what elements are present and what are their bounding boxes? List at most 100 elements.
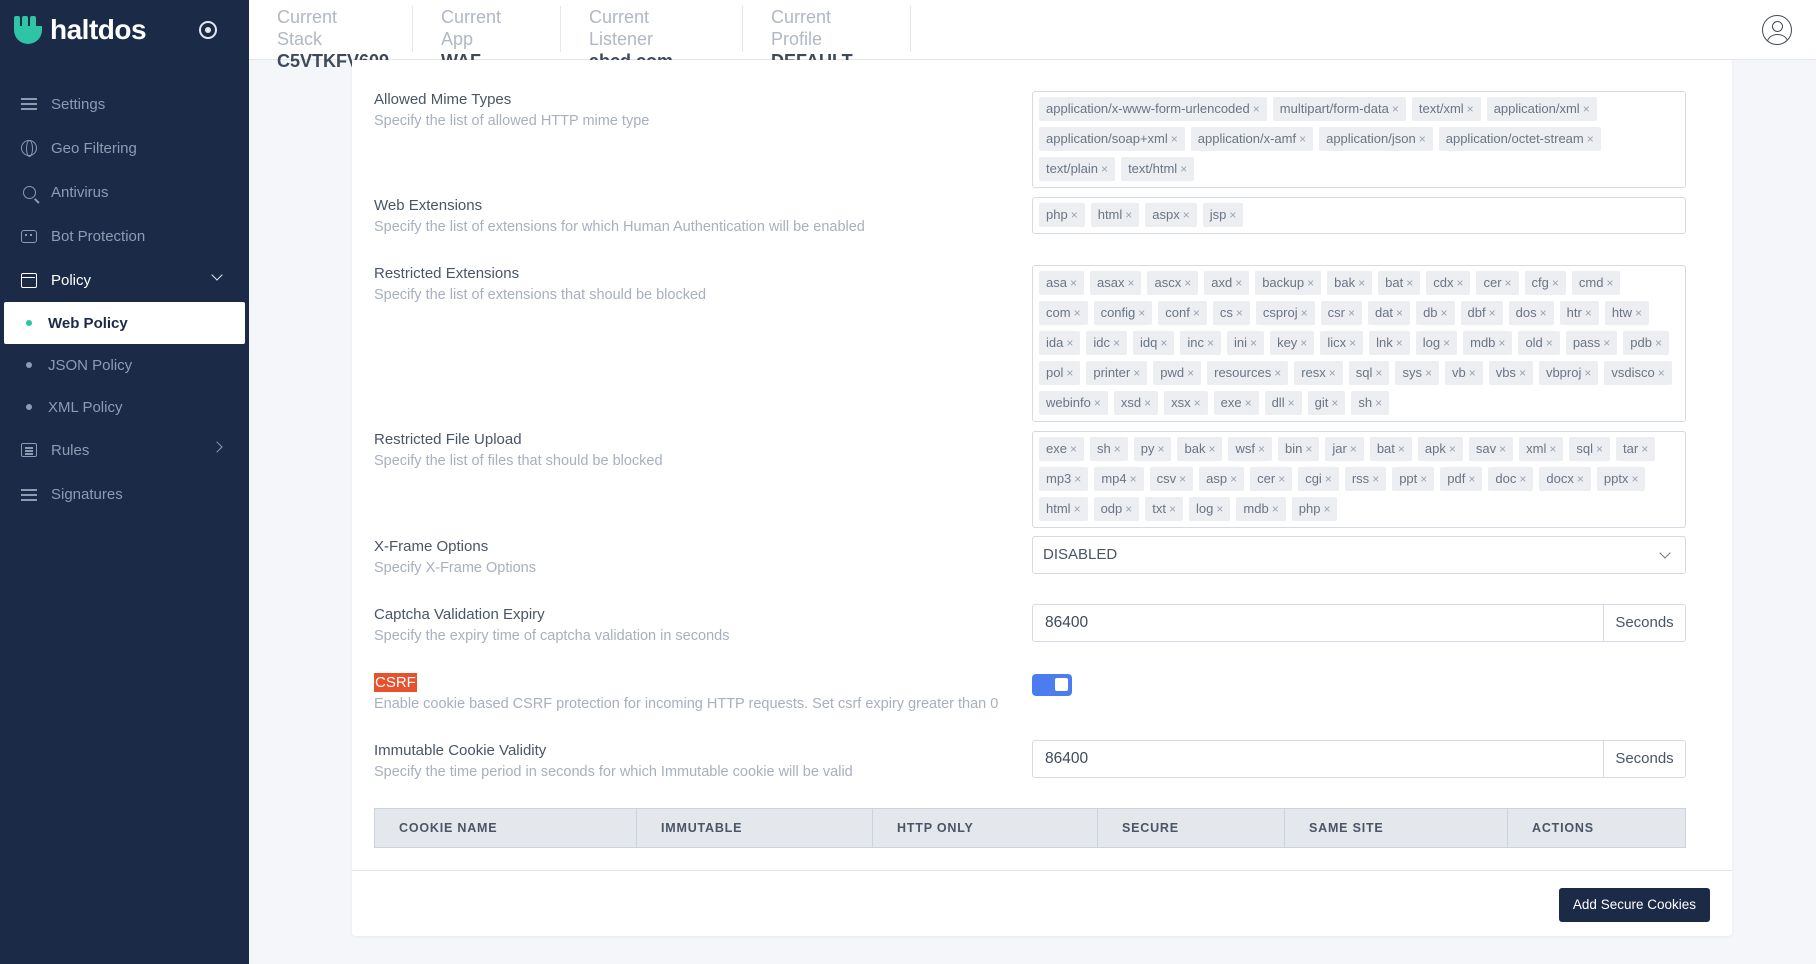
remove-tag-icon[interactable]: × xyxy=(1074,472,1081,486)
remove-tag-icon[interactable]: × xyxy=(1603,336,1610,350)
remove-tag-icon[interactable]: × xyxy=(1375,366,1382,380)
target-icon[interactable] xyxy=(199,21,217,39)
remove-tag-icon[interactable]: × xyxy=(1396,306,1403,320)
remove-tag-icon[interactable]: × xyxy=(1577,472,1584,486)
remove-tag-icon[interactable]: × xyxy=(1546,336,1553,350)
remove-tag-icon[interactable]: × xyxy=(1358,276,1365,290)
remove-tag-icon[interactable]: × xyxy=(1325,472,1332,486)
remove-tag-icon[interactable]: × xyxy=(1114,442,1121,456)
remove-tag-icon[interactable]: × xyxy=(1184,276,1191,290)
sidebar-item-bot-protection[interactable]: Bot Protection xyxy=(0,214,249,258)
current-stack[interactable]: Current Stack C5VTKFV609 xyxy=(249,6,413,71)
remove-tag-icon[interactable]: × xyxy=(1467,102,1474,116)
remove-tag-icon[interactable]: × xyxy=(1299,132,1306,146)
remove-tag-icon[interactable]: × xyxy=(1127,276,1134,290)
remove-tag-icon[interactable]: × xyxy=(1392,102,1399,116)
sidebar-item-settings[interactable]: Settings xyxy=(0,82,249,126)
remove-tag-icon[interactable]: × xyxy=(1519,472,1526,486)
restricted-extensions-tag-input[interactable]: asa × asax × ascx × axd × backup × bak × bat × cdx × cer… xyxy=(1032,265,1686,422)
sidebar-item-policy[interactable]: Policy xyxy=(0,258,249,302)
remove-tag-icon[interactable]: × xyxy=(1441,306,1448,320)
remove-tag-icon[interactable]: × xyxy=(1552,276,1559,290)
current-listener[interactable]: Current Listener abcd.com xyxy=(561,6,743,71)
remove-tag-icon[interactable]: × xyxy=(1066,336,1073,350)
remove-tag-icon[interactable]: × xyxy=(1549,442,1556,456)
remove-tag-icon[interactable]: × xyxy=(1540,306,1547,320)
remove-tag-icon[interactable]: × xyxy=(1585,306,1592,320)
remove-tag-icon[interactable]: × xyxy=(1207,336,1214,350)
column-header[interactable]: ACTIONS xyxy=(1508,809,1685,847)
sidebar-item-geo-filtering[interactable]: Geo Filtering xyxy=(0,126,249,170)
column-header[interactable]: COOKIE NAME xyxy=(375,809,637,847)
remove-tag-icon[interactable]: × xyxy=(1375,396,1382,410)
sidebar-item-rules[interactable]: Rules xyxy=(0,428,249,472)
remove-tag-icon[interactable]: × xyxy=(1349,336,1356,350)
user-avatar-icon[interactable] xyxy=(1762,15,1792,45)
remove-tag-icon[interactable]: × xyxy=(1157,442,1164,456)
remove-tag-icon[interactable]: × xyxy=(1236,306,1243,320)
remove-tag-icon[interactable]: × xyxy=(1300,336,1307,350)
remove-tag-icon[interactable]: × xyxy=(1350,442,1357,456)
remove-tag-icon[interactable]: × xyxy=(1130,472,1137,486)
remove-tag-icon[interactable]: × xyxy=(1101,162,1108,176)
remove-tag-icon[interactable]: × xyxy=(1468,472,1475,486)
x-frame-options-select[interactable]: DISABLED xyxy=(1032,536,1686,574)
remove-tag-icon[interactable]: × xyxy=(1641,442,1648,456)
remove-tag-icon[interactable]: × xyxy=(1587,132,1594,146)
add-secure-cookies-button[interactable]: Add Secure Cookies xyxy=(1558,888,1710,922)
sidebar-item-signatures[interactable]: Signatures xyxy=(0,472,249,516)
remove-tag-icon[interactable]: × xyxy=(1469,366,1476,380)
remove-tag-icon[interactable]: × xyxy=(1505,276,1512,290)
remove-tag-icon[interactable]: × xyxy=(1655,336,1662,350)
remove-tag-icon[interactable]: × xyxy=(1113,336,1120,350)
remove-tag-icon[interactable]: × xyxy=(1606,276,1613,290)
column-header[interactable]: SAME SITE xyxy=(1285,809,1508,847)
remove-tag-icon[interactable]: × xyxy=(1278,472,1285,486)
remove-tag-icon[interactable]: × xyxy=(1406,276,1413,290)
remove-tag-icon[interactable]: × xyxy=(1456,276,1463,290)
remove-tag-icon[interactable]: × xyxy=(1519,366,1526,380)
mime-types-tag-input[interactable]: application/x-www-form-urlencoded × multip… xyxy=(1032,91,1686,188)
remove-tag-icon[interactable]: × xyxy=(1193,306,1200,320)
remove-tag-icon[interactable]: × xyxy=(1489,306,1496,320)
remove-tag-icon[interactable]: × xyxy=(1499,442,1506,456)
remove-tag-icon[interactable]: × xyxy=(1183,208,1190,222)
remove-tag-icon[interactable]: × xyxy=(1449,442,1456,456)
remove-tag-icon[interactable]: × xyxy=(1208,442,1215,456)
remove-tag-icon[interactable]: × xyxy=(1194,396,1201,410)
remove-tag-icon[interactable]: × xyxy=(1179,472,1186,486)
remove-tag-icon[interactable]: × xyxy=(1398,442,1405,456)
remove-tag-icon[interactable]: × xyxy=(1584,366,1591,380)
current-profile[interactable]: Current Profile DEFAULT xyxy=(743,6,911,71)
sidebar-subitem-xml-policy[interactable]: XML Policy xyxy=(0,386,249,428)
restricted-upload-tag-input[interactable]: exe × sh × py × bak × wsf × bin × jar × bat × apk × sav × xm… xyxy=(1032,431,1686,528)
sidebar-item-antivirus[interactable]: Antivirus xyxy=(0,170,249,214)
remove-tag-icon[interactable]: × xyxy=(1230,472,1237,486)
web-extensions-tag-input[interactable]: php × html × aspx × jsp × xyxy=(1032,197,1686,234)
remove-tag-icon[interactable]: × xyxy=(1229,208,1236,222)
remove-tag-icon[interactable]: × xyxy=(1245,396,1252,410)
remove-tag-icon[interactable]: × xyxy=(1071,208,1078,222)
remove-tag-icon[interactable]: × xyxy=(1372,472,1379,486)
remove-tag-icon[interactable]: × xyxy=(1583,102,1590,116)
remove-tag-icon[interactable]: × xyxy=(1253,102,1260,116)
captcha-expiry-input[interactable]: 86400 xyxy=(1033,605,1603,641)
remove-tag-icon[interactable]: × xyxy=(1094,396,1101,410)
remove-tag-icon[interactable]: × xyxy=(1396,336,1403,350)
remove-tag-icon[interactable]: × xyxy=(1235,276,1242,290)
remove-tag-icon[interactable]: × xyxy=(1144,396,1151,410)
column-header[interactable]: HTTP ONLY xyxy=(873,809,1098,847)
remove-tag-icon[interactable]: × xyxy=(1348,306,1355,320)
remove-tag-icon[interactable]: × xyxy=(1596,442,1603,456)
column-header[interactable]: IMMUTABLE xyxy=(637,809,873,847)
remove-tag-icon[interactable]: × xyxy=(1420,472,1427,486)
remove-tag-icon[interactable]: × xyxy=(1125,208,1132,222)
remove-tag-icon[interactable]: × xyxy=(1635,306,1642,320)
remove-tag-icon[interactable]: × xyxy=(1631,472,1638,486)
remove-tag-icon[interactable]: × xyxy=(1169,502,1176,516)
remove-tag-icon[interactable]: × xyxy=(1171,132,1178,146)
remove-tag-icon[interactable]: × xyxy=(1074,306,1081,320)
column-header[interactable]: SECURE xyxy=(1098,809,1285,847)
sidebar-subitem-json-policy[interactable]: JSON Policy xyxy=(0,344,249,386)
remove-tag-icon[interactable]: × xyxy=(1419,132,1426,146)
